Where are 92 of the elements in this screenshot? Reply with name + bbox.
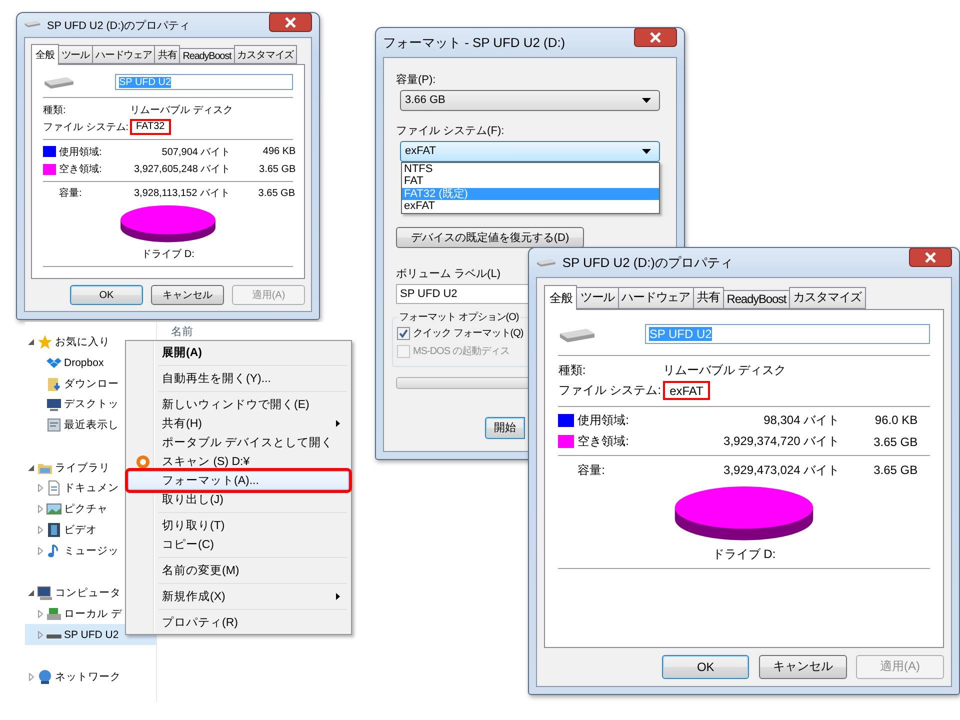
capacity-dropdown[interactable]: 3.66 GB xyxy=(400,90,660,111)
submenu-arrow-icon xyxy=(336,593,340,600)
field-label: ボリューム ラベル(L) xyxy=(396,267,502,282)
tab[interactable]: ReadyBoost xyxy=(722,290,790,310)
field-value: リムーバブル ディスク xyxy=(662,362,788,379)
tab[interactable]: ツール xyxy=(576,286,619,310)
dialog-button[interactable]: OK xyxy=(662,655,750,679)
computer-icon xyxy=(37,585,53,602)
expander-icon[interactable] xyxy=(28,590,34,596)
caret-icon xyxy=(642,98,651,103)
film-icon xyxy=(46,522,62,538)
byte-count: 3,928,113,152 バイト xyxy=(134,187,230,200)
drive-icon xyxy=(43,75,75,90)
caret-icon xyxy=(642,148,651,154)
dropdown-option[interactable]: exFAT xyxy=(402,200,659,213)
tree-item[interactable]: ネットワーク xyxy=(25,666,156,688)
volume-label-field[interactable]: SP UFD U2 xyxy=(396,284,528,304)
size-value: 3.65 GB xyxy=(872,434,918,449)
window-title: フォーマット - SP UFD U2 (D:) xyxy=(383,35,566,52)
field-label: ファイル システム: xyxy=(43,120,130,134)
tab[interactable]: ハードウェア xyxy=(92,45,156,64)
field-value: FAT32 xyxy=(130,118,171,135)
byte-count: 3,927,605,248 バイト xyxy=(134,163,231,176)
tab[interactable]: 共有 xyxy=(154,45,180,64)
drive-label: ドライブ D: xyxy=(142,248,194,261)
byte-count: 98,304 バイト xyxy=(762,412,840,429)
legend-label: 空き領域: xyxy=(59,162,103,176)
local-disk-icon xyxy=(46,606,62,622)
field-label: ファイル システム(F): xyxy=(396,124,506,138)
checkbox-label: クイック フォーマット(Q) xyxy=(413,327,524,340)
tab[interactable]: ツール xyxy=(58,45,94,64)
checkbox-label: MS-DOS の起動ディス xyxy=(413,344,510,358)
tab[interactable]: カスタマイズ xyxy=(234,45,298,64)
capacity-label: 容量: xyxy=(59,186,83,200)
drive-icon xyxy=(46,634,62,640)
tab[interactable]: 全般 xyxy=(544,284,578,310)
tab[interactable]: 全般 xyxy=(31,44,59,65)
file-system-dropdown[interactable]: exFAT xyxy=(400,140,660,162)
restore-defaults-button[interactable]: デバイスの既定値を復元する(D) xyxy=(396,226,584,248)
field-value: リムーバブル ディスク xyxy=(130,104,234,117)
legend-label: 使用領域: xyxy=(59,146,103,159)
size-value: 3.65 GB xyxy=(872,463,918,478)
dropdown-option[interactable]: NTFS xyxy=(402,162,659,176)
dialog-button[interactable]: キャンセル xyxy=(759,655,847,679)
menu-item[interactable]: 名前の変更(M) xyxy=(128,561,349,580)
window-title: SP UFD U2 (D:)のプロパティ xyxy=(562,255,734,272)
dialog-button[interactable]: OK xyxy=(70,285,143,305)
window-title: SP UFD U2 (D:)のプロパティ xyxy=(47,18,192,33)
byte-count: 507,904 バイト xyxy=(160,146,231,159)
close-button[interactable] xyxy=(269,13,312,32)
monitor-icon xyxy=(46,396,62,412)
capacity-label: 容量: xyxy=(578,462,606,479)
legend-label: 使用領域: xyxy=(578,412,630,429)
start-button[interactable]: 開始 xyxy=(485,417,525,439)
dialog-button[interactable]: キャンセル xyxy=(151,285,224,305)
submenu-arrow-icon xyxy=(336,420,340,427)
menu-item[interactable]: フォーマット(A)... xyxy=(128,471,349,490)
picture-icon xyxy=(46,501,62,518)
field-label: 容量(P): xyxy=(396,72,437,87)
scan-icon xyxy=(136,454,150,468)
byte-count: 3,929,473,024 バイト xyxy=(722,462,840,479)
size-value: 96.0 KB xyxy=(874,413,918,428)
legend-label: 空き領域: xyxy=(578,433,630,450)
document-icon xyxy=(46,480,62,496)
tab[interactable]: ハードウェア xyxy=(618,286,694,310)
close-button[interactable] xyxy=(634,28,677,47)
dropdown-option[interactable]: FAT xyxy=(402,175,659,188)
tab[interactable]: カスタマイズ xyxy=(789,286,866,310)
menu-item[interactable]: ポータブル デバイスとして開く xyxy=(128,433,349,452)
size-value: 3.65 GB xyxy=(257,188,295,199)
tab[interactable]: ReadyBoost xyxy=(179,48,235,64)
close-button[interactable] xyxy=(909,248,952,267)
size-value: 496 KB xyxy=(262,146,296,158)
drive-label: ドライブ D: xyxy=(712,546,776,564)
size-value: 3.65 GB xyxy=(258,164,296,175)
field-label: ファイル システム: xyxy=(558,382,662,400)
field-value: exFAT xyxy=(662,380,710,400)
checkbox[interactable] xyxy=(397,326,410,340)
download-folder-icon xyxy=(46,376,62,392)
field-label: 種類: xyxy=(558,362,587,379)
group-title: フォーマット オプション(O) xyxy=(398,310,520,324)
field-label: 種類: xyxy=(43,104,67,117)
expander-icon[interactable] xyxy=(28,339,34,346)
drive-icon xyxy=(24,20,41,28)
column-header[interactable]: 名前 xyxy=(171,326,193,338)
recent-places-icon xyxy=(46,417,62,434)
star-icon xyxy=(37,334,53,350)
network-icon xyxy=(37,669,53,686)
expander-icon[interactable] xyxy=(28,464,34,471)
tab[interactable]: 共有 xyxy=(692,286,724,310)
byte-count: 3,929,374,720 バイト xyxy=(722,433,840,450)
drive-icon xyxy=(536,258,556,268)
